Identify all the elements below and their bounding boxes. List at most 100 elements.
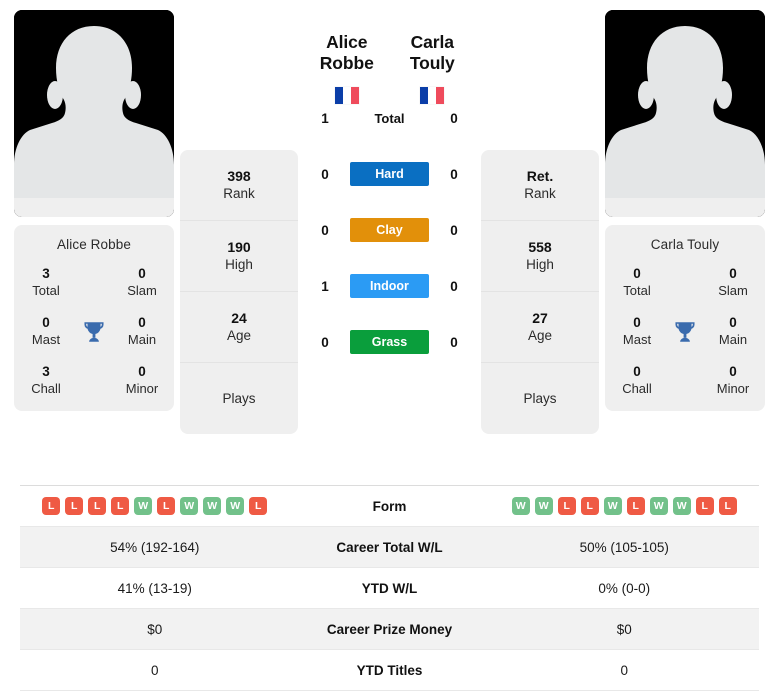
left-high-label: High (225, 257, 253, 273)
right-high-label: High (526, 257, 554, 273)
form-badge-w[interactable]: W (180, 497, 199, 515)
form-badge-l[interactable]: L (157, 497, 176, 515)
right-titles-total-value: 0 (633, 266, 641, 281)
right-titles-main: 0 Main (707, 315, 759, 348)
form-badge-l[interactable]: L (249, 497, 268, 515)
right-high-cell: 558 High (481, 221, 599, 292)
right-titles-slam-value: 0 (729, 266, 737, 281)
left-player-photo[interactable] (14, 10, 174, 217)
players-comparison-header: Alice Robbe 3 Total 0 Slam 0 Mast 0 Main… (0, 0, 779, 470)
right-plays-label: Plays (523, 390, 557, 406)
form-badge-w[interactable]: W (226, 497, 245, 515)
right-titles-mast-label: Mast (622, 332, 652, 347)
form-badge-l[interactable]: L (626, 497, 645, 515)
left-rank-value: 398 (227, 168, 251, 185)
form-badge-l[interactable]: L (42, 497, 61, 515)
surface-label-total: Total (374, 110, 405, 126)
left-plays-cell: Plays (180, 363, 298, 434)
left-form-badges: LLLLWLWWWL (20, 497, 290, 515)
form-badge-l[interactable]: L (111, 497, 130, 515)
form-badge-w[interactable]: W (534, 497, 553, 515)
surface-right-score: 0 (450, 110, 458, 126)
right-rank-value: Ret. (526, 168, 554, 185)
right-form-badges: WWLLWLWWLL (490, 497, 760, 515)
left-titles-minor: 0 Minor (116, 364, 168, 397)
trophy-icon (84, 321, 104, 342)
form-badge-w[interactable]: W (672, 497, 691, 515)
right-rank-column: Ret. Rank 558 High 27 Age Plays (481, 10, 599, 434)
form-badge-w[interactable]: W (649, 497, 668, 515)
left-titles-slam-value: 0 (138, 266, 146, 281)
surface-row-indoor: 1 Indoor 0 (304, 258, 475, 314)
left-titles-mast-label: Mast (31, 332, 61, 347)
surface-label-hard[interactable]: Hard (350, 162, 429, 186)
right-titles-main-label: Main (718, 332, 748, 347)
left-stat-value: 54% (192-164) (110, 539, 200, 555)
right-player-titles-card: Carla Touly 0 Total 0 Slam 0 Mast 0 Main… (605, 225, 765, 412)
surface-right-score: 0 (450, 278, 458, 294)
form-badge-l[interactable]: L (557, 497, 576, 515)
right-titles-minor: 0 Minor (707, 364, 759, 397)
right-rank-cell: Ret. Rank (481, 150, 599, 221)
surface-row-total: 1 Total 0 (304, 90, 475, 146)
right-stat-value: 0% (0-0) (598, 580, 651, 596)
form-badge-w[interactable]: W (134, 497, 153, 515)
trophy-icon-wrap (72, 319, 116, 345)
right-plays-cell: Plays (481, 363, 599, 434)
player-avatar-silhouette (14, 10, 174, 217)
left-age-label: Age (226, 328, 252, 344)
right-titles-minor-label: Minor (716, 381, 750, 397)
surface-label-indoor[interactable]: Indoor (350, 274, 429, 298)
left-titles-total-label: Total (32, 282, 60, 298)
left-titles-main-label: Main (127, 332, 157, 347)
table-row: $0 Career Prize Money $0 (20, 609, 759, 650)
left-titles-chall-value: 3 (42, 364, 50, 380)
form-badge-w[interactable]: W (203, 497, 222, 515)
left-titles-minor-value: 0 (138, 364, 146, 380)
form-badge-l[interactable]: L (88, 497, 107, 515)
left-titles-mast-value: 0 (42, 315, 50, 331)
left-stat-value: 0 (150, 662, 159, 678)
stat-label: Form (372, 498, 407, 514)
surface-label-grass[interactable]: Grass (350, 330, 429, 354)
surface-left-score: 0 (321, 334, 329, 350)
right-high-value: 558 (528, 239, 552, 256)
right-player-photo[interactable] (605, 10, 765, 217)
right-titles-mast: 0 Mast (611, 315, 663, 348)
right-titles-slam-label: Slam (718, 282, 748, 298)
left-titles-total-value: 3 (42, 266, 50, 281)
player-comparison-page: Alice Robbe 3 Total 0 Slam 0 Mast 0 Main… (0, 0, 779, 699)
left-player-card-name: Alice Robbe (57, 237, 131, 252)
left-titles-minor-label: Minor (125, 381, 159, 397)
right-titles-mast-value: 0 (633, 315, 641, 331)
left-rank-column: 398 Rank 190 High 24 Age Plays (180, 10, 298, 434)
form-badge-l[interactable]: L (695, 497, 714, 515)
form-badge-w[interactable]: W (603, 497, 622, 515)
surface-row-hard: 0 Hard 0 (304, 146, 475, 202)
table-row: L L L L W L W W W L Form W W L L W L W W L L (20, 486, 759, 527)
surface-left-score: 0 (321, 222, 329, 238)
right-titles-chall-label: Chall (622, 381, 652, 397)
surface-row-grass: 0 Grass 0 (304, 314, 475, 370)
form-badge-w[interactable]: W (511, 497, 530, 515)
left-titles-total: 3 Total (20, 266, 72, 299)
right-titles-chall: 0 Chall (611, 364, 663, 397)
left-titles-chall: 3 Chall (20, 364, 72, 397)
left-stat-value: $0 (147, 621, 163, 637)
surface-left-score: 1 (321, 110, 329, 126)
form-badge-l[interactable]: L (65, 497, 84, 515)
right-rank-label: Rank (524, 186, 556, 202)
surface-label-clay[interactable]: Clay (350, 218, 429, 242)
left-plays-label: Plays (222, 390, 256, 406)
right-stat-value: 0 (620, 662, 628, 678)
left-titles-slam: 0 Slam (116, 266, 168, 299)
form-badge-l[interactable]: L (718, 497, 737, 515)
form-badge-l[interactable]: L (580, 497, 599, 515)
table-row: 0 YTD Titles 0 (20, 650, 759, 691)
right-titles-minor-value: 0 (729, 364, 737, 380)
player-avatar-silhouette (605, 10, 765, 217)
stat-label: YTD Titles (356, 662, 423, 678)
trophy-icon-wrap (663, 319, 707, 345)
left-age-cell: 24 Age (180, 292, 298, 363)
table-row: 41% (13-19) YTD W/L 0% (0-0) (20, 568, 759, 609)
